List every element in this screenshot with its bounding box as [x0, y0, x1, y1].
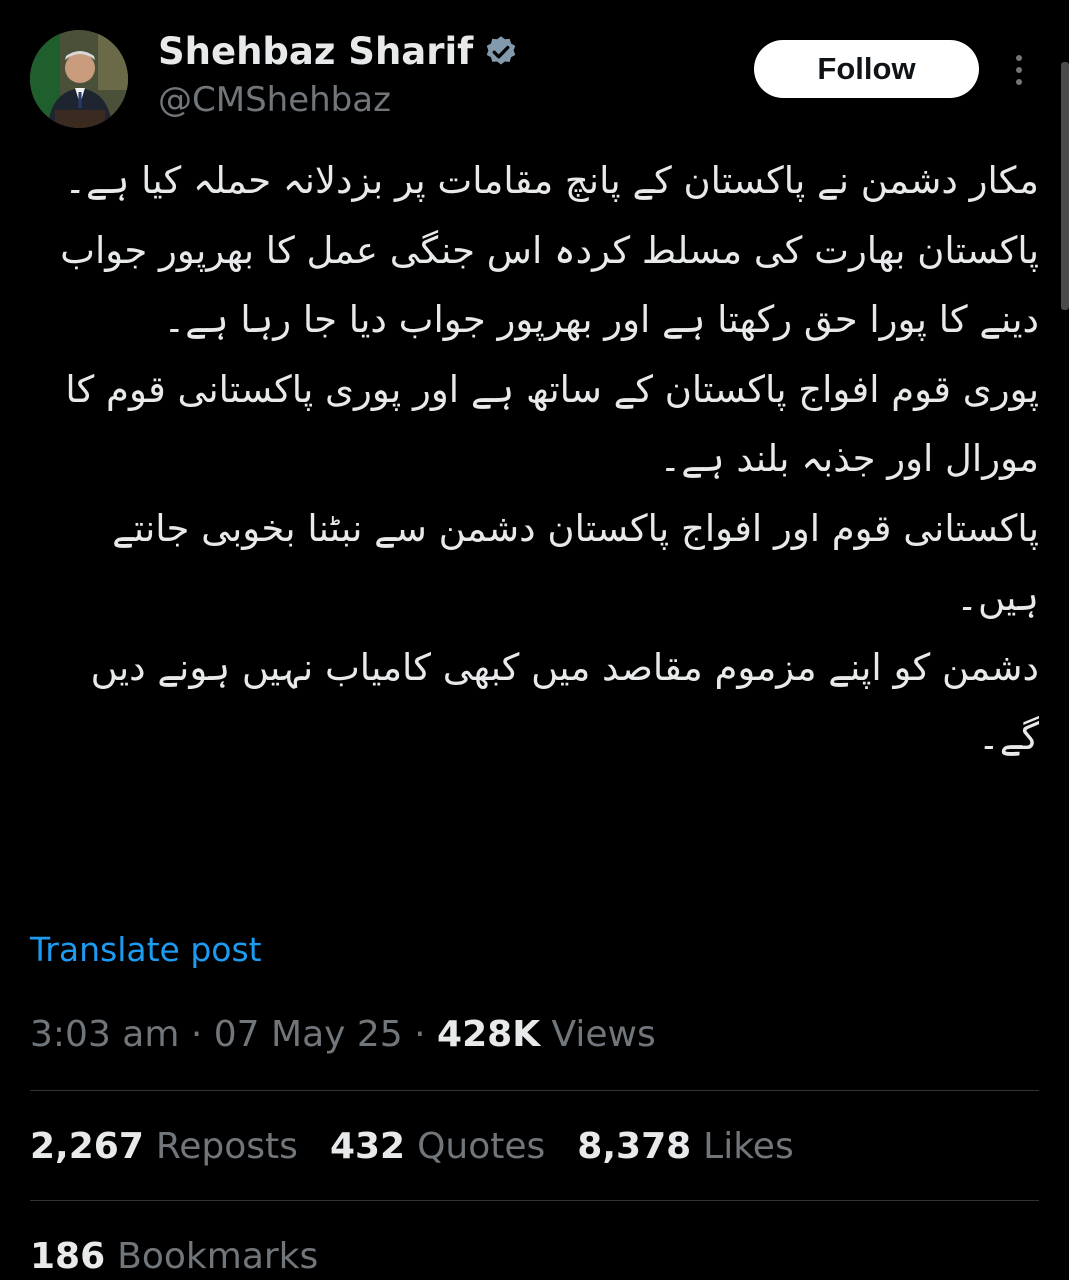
reposts-label: Reposts [155, 1126, 298, 1167]
tweet-time[interactable]: 3:03 am [30, 1014, 179, 1055]
engagement-stats: 2,267 Reposts 432 Quotes 8,378 Likes [30, 1126, 794, 1167]
follow-button[interactable]: Follow [754, 40, 979, 98]
tweet-line: پوری قوم افواج پاکستان کے ساتھ ہے اور پو… [65, 367, 1039, 481]
likes-count: 8,378 [577, 1126, 692, 1167]
display-name-text: Shehbaz Sharif [158, 30, 474, 73]
verified-badge-icon [487, 35, 516, 64]
quotes-count: 432 [329, 1126, 406, 1167]
reposts-count: 2,267 [30, 1126, 144, 1167]
tweet-date[interactable]: 07 May 25 [214, 1014, 403, 1055]
tweet-line: مکار دشمن نے پاکستان کے پانچ مقامات پر ب… [64, 159, 1039, 202]
tweet-text: مکار دشمن نے پاکستان کے پانچ مقامات پر ب… [24, 146, 1039, 772]
translate-post-link[interactable]: Translate post [30, 930, 262, 969]
bookmarks-count: 186 [30, 1236, 106, 1277]
meta-separator: · [179, 1014, 214, 1055]
likes-label: Likes [703, 1126, 794, 1167]
views-label: Views [551, 1014, 656, 1055]
quotes-label: Quotes [417, 1126, 546, 1167]
meta-separator: · [402, 1014, 438, 1055]
bookmarks-stat[interactable]: 186 Bookmarks [30, 1236, 318, 1277]
scrollbar[interactable] [1061, 62, 1069, 310]
more-vertical-icon[interactable] [1008, 52, 1030, 88]
tweet-line: دشمن کو اپنے مزموم مقاصد میں کبھی کامیاب… [90, 645, 1039, 759]
divider [30, 1090, 1039, 1091]
divider [30, 1200, 1039, 1201]
tweet-line: پاکستانی قوم اور افواج پاکستان دشمن سے ن… [112, 506, 1039, 620]
user-handle[interactable]: @CMShehbaz [158, 80, 391, 120]
display-name[interactable]: Shehbaz Sharif [158, 30, 519, 73]
tweet-line: پاکستان بھارت کی مسلط کردہ اس جنگی عمل ک… [60, 228, 1039, 342]
quotes-stat[interactable]: 432 Quotes [330, 1126, 545, 1167]
reposts-stat[interactable]: 2,267 Reposts [30, 1126, 298, 1167]
profile-photo [30, 30, 128, 128]
tweet-meta: 3:03 am · 07 May 25 · 428K Views [30, 1014, 656, 1055]
views-count: 428K [437, 1014, 541, 1055]
likes-stat[interactable]: 8,378 Likes [577, 1126, 793, 1167]
avatar[interactable] [30, 30, 128, 128]
bookmarks-label: Bookmarks [117, 1236, 319, 1277]
